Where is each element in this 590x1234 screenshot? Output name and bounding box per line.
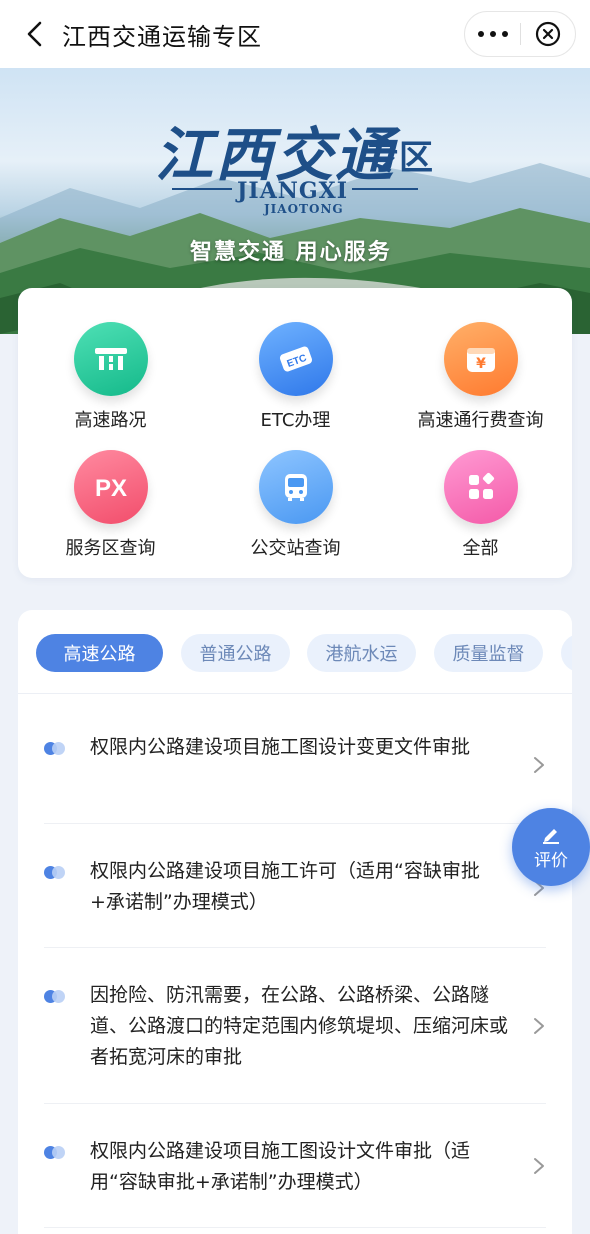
svg-text:PX: PX	[94, 475, 126, 502]
bullet-dots-icon	[44, 866, 66, 880]
list-item[interactable]: 权限内公路建设项目施工图设计变更文件审批	[44, 702, 546, 824]
list-item-text: 因抢险、防汛需要，在公路、公路桥梁、公路隧道、公路渡口的特定范围内修筑堤坝、压缩…	[90, 984, 509, 1068]
matters-list-card: 高速公路 普通公路 港航水运 质量监督 不 权限内公路建设项目施工图设计变更文件…	[18, 610, 572, 1234]
chevron-right-icon	[534, 757, 544, 773]
toll-fee-icon: ¥	[443, 322, 518, 396]
top-bar: 江西交通运输专区	[0, 0, 590, 68]
svg-text:¥: ¥	[476, 356, 486, 372]
tab-quality-supervision[interactable]: 质量监督	[434, 634, 543, 672]
apps-grid-icon	[443, 450, 518, 524]
service-area[interactable]: PX 服务区查询	[18, 450, 203, 574]
page-title: 江西交通运输专区	[62, 23, 262, 51]
service-label: 公交站查询	[250, 538, 341, 559]
service-label: ETC办理	[260, 410, 331, 431]
service-label: 高速通行费查询	[417, 410, 544, 431]
category-tabs: 高速公路 普通公路 港航水运 质量监督 不	[18, 610, 572, 694]
bullet-dots-icon	[44, 742, 66, 756]
banner-zone: 专区	[365, 138, 433, 178]
edit-pen-icon	[543, 828, 559, 844]
close-circle-icon	[535, 21, 561, 47]
evaluate-label: 评价	[534, 850, 568, 871]
evaluate-button[interactable]: 评价	[512, 808, 590, 886]
banner-english-line2: JIAOTONG	[264, 202, 344, 216]
service-label: 全部	[462, 538, 499, 559]
chevron-right-icon	[534, 1018, 544, 1034]
service-all[interactable]: 全部	[388, 450, 573, 574]
service-toll-fee[interactable]: ¥ 高速通行费查询	[388, 322, 573, 446]
more-button[interactable]	[465, 11, 520, 57]
tab-waterway[interactable]: 港航水运	[307, 634, 416, 672]
more-dots-icon	[489, 31, 496, 37]
bullet-dots-icon	[44, 990, 66, 1004]
banner-divider-right	[352, 188, 418, 190]
service-etc[interactable]: ETC ETC办理	[203, 322, 388, 446]
service-highway-status[interactable]: 高速路况	[18, 322, 203, 446]
list-item-text: 权限内公路建设项目施工许可（适用“容缺审批+承诺制”办理模式）	[90, 860, 480, 913]
more-dots-icon	[501, 31, 508, 37]
page: 江西交通运输专区 江西交通 专区 JIANGXI JIAOTONG 智慧交通 用…	[0, 0, 590, 1234]
more-dots-icon	[477, 31, 484, 37]
list-item[interactable]: 因抢险、防汛需要，在公路、公路桥梁、公路隧道、公路渡口的特定范围内修筑堤坝、压缩…	[44, 948, 546, 1104]
etc-card-icon: ETC	[258, 322, 333, 396]
services-card: 高速路况 ETC ETC办理 ¥ 高速通行费查询 PX 服务区查询 公交站查询 …	[18, 288, 572, 578]
banner-divider-left	[172, 188, 232, 190]
mini-program-capsule	[464, 11, 576, 57]
chevron-right-icon	[534, 1158, 544, 1174]
back-button[interactable]	[14, 14, 54, 54]
service-label: 服务区查询	[65, 538, 156, 559]
close-button[interactable]	[521, 11, 575, 57]
list-item-text: 权限内公路建设项目施工图设计变更文件审批	[90, 736, 471, 758]
service-area-icon: PX	[73, 450, 148, 524]
tab-more[interactable]: 不	[561, 634, 572, 672]
list-item-text: 权限内公路建设项目施工图设计文件审批（适用“容缺审批+承诺制”办理模式）	[90, 1140, 471, 1193]
service-bus-stop[interactable]: 公交站查询	[203, 450, 388, 574]
highway-icon	[73, 322, 148, 396]
service-label: 高速路况	[74, 410, 147, 431]
bullet-dots-icon	[44, 1146, 66, 1160]
list-item[interactable]: 权限内公路建设项目施工图设计文件审批（适用“容缺审批+承诺制”办理模式）	[44, 1104, 546, 1228]
chevron-left-icon	[27, 21, 42, 47]
tab-ordinary-road[interactable]: 普通公路	[181, 634, 290, 672]
bus-icon	[258, 450, 333, 524]
list-item[interactable]: 权限内公路建设项目施工许可（适用“容缺审批+承诺制”办理模式）	[44, 824, 546, 948]
banner-slogan: 智慧交通 用心服务	[190, 240, 392, 265]
banner-english-line1: JIANGXI	[237, 178, 349, 204]
tab-highway[interactable]: 高速公路	[36, 634, 163, 672]
